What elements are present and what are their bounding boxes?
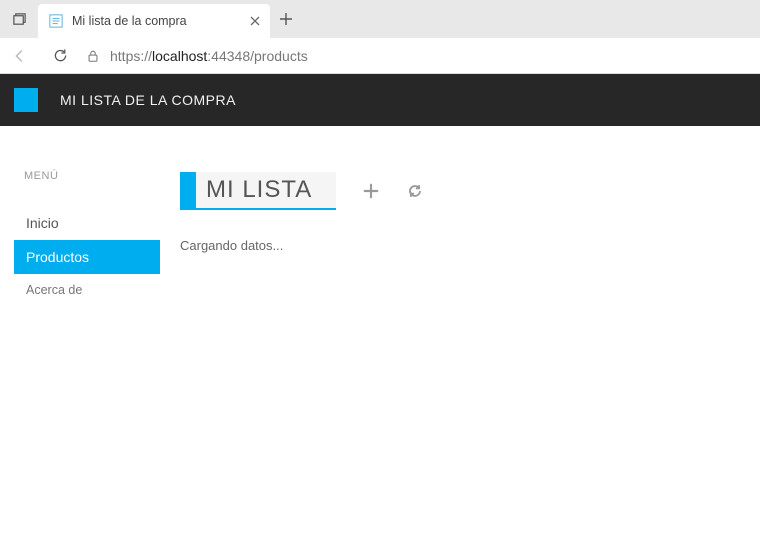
brand-title: MI LISTA DE LA COMPRA bbox=[60, 92, 236, 108]
brand-logo bbox=[14, 88, 38, 112]
url-box[interactable]: https://localhost:44348/products bbox=[80, 48, 760, 64]
add-button[interactable] bbox=[362, 182, 380, 200]
back-button[interactable] bbox=[0, 47, 40, 65]
app-header: MI LISTA DE LA COMPRA bbox=[0, 74, 760, 126]
sidebar-item-acerca[interactable]: Acerca de bbox=[14, 274, 160, 306]
browser-tab[interactable]: Mi lista de la compra bbox=[38, 4, 270, 38]
status-text: Cargando datos... bbox=[180, 238, 760, 253]
content: MENÚ Inicio Productos Acerca de Cargando… bbox=[0, 126, 760, 306]
title-row bbox=[180, 172, 760, 210]
window-manage-icon[interactable] bbox=[0, 12, 38, 27]
list-title-input[interactable] bbox=[196, 172, 336, 208]
url-text: https://localhost:44348/products bbox=[110, 48, 308, 64]
refresh-list-button[interactable] bbox=[406, 182, 424, 200]
url-prefix: https:// bbox=[110, 48, 152, 64]
sidebar: MENÚ Inicio Productos Acerca de bbox=[0, 170, 180, 306]
new-tab-button[interactable] bbox=[270, 12, 302, 26]
sidebar-item-inicio[interactable]: Inicio bbox=[14, 206, 160, 240]
tab-strip: Mi lista de la compra bbox=[0, 0, 760, 38]
browser-chrome: Mi lista de la compra https://localhost:… bbox=[0, 0, 760, 74]
refresh-button[interactable] bbox=[40, 47, 80, 64]
tab-title: Mi lista de la compra bbox=[72, 14, 242, 28]
sidebar-item-productos[interactable]: Productos bbox=[14, 240, 160, 274]
lock-icon bbox=[86, 49, 100, 63]
close-tab-icon[interactable] bbox=[250, 16, 260, 26]
title-box bbox=[180, 172, 336, 210]
url-host: localhost bbox=[152, 48, 207, 64]
title-accent bbox=[180, 172, 196, 210]
address-bar: https://localhost:44348/products bbox=[0, 38, 760, 74]
main: Cargando datos... bbox=[180, 170, 760, 306]
title-input-wrap bbox=[196, 172, 336, 210]
url-suffix: :44348/products bbox=[207, 48, 307, 64]
menu-heading: MENÚ bbox=[20, 170, 180, 182]
favicon-icon bbox=[48, 13, 64, 29]
